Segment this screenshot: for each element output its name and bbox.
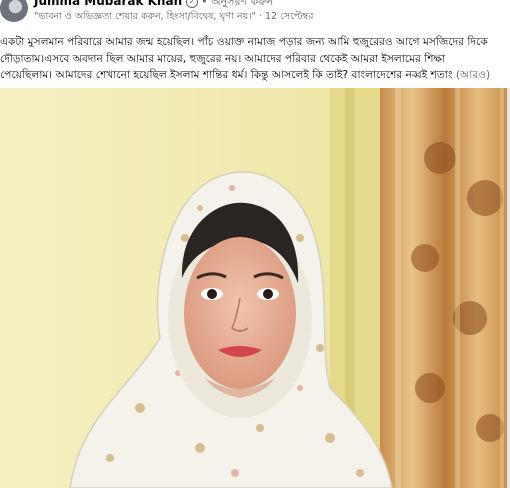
- post-body-line: একটা মুসলমান পরিবারে আমার জন্ম হয়েছিল। …: [0, 36, 488, 48]
- post-body-line: পেয়েছিলাম। আমাদের শেখানো হয়েছিল ইসলাম …: [0, 67, 510, 84]
- follow-button[interactable]: • অনুসরণ করুন: [201, 0, 273, 8]
- avatar[interactable]: [0, 0, 28, 22]
- post-body: একটা মুসলমান পরিবারে আমার জন্ম হয়েছিল। …: [0, 34, 510, 84]
- author-name[interactable]: Jumma Mubarak Khan: [34, 0, 182, 8]
- post-meta: "ভাবনা ও অভিজ্ঞতা শেয়ার করুন, হিংসা/বিদ…: [34, 10, 314, 25]
- post-photo[interactable]: [0, 88, 510, 488]
- verified-icon: ✓: [186, 0, 199, 8]
- post-date[interactable]: · 12 সেপ্টেম্বর: [259, 11, 314, 22]
- post-quote: "ভাবনা ও অভিজ্ঞতা শেয়ার করুন, হিংসা/বিদ…: [34, 11, 256, 22]
- portrait-image: [0, 88, 510, 488]
- post-body-line: দৌড়াতাম।এসবে অবদান ছিল আমার মায়ের, হুজ…: [0, 52, 446, 65]
- see-more-link[interactable]: (আরও): [456, 69, 490, 81]
- post-body-line-text: পেয়েছিলাম। আমাদের শেখানো হয়েছিল ইসলাম …: [0, 69, 453, 81]
- post-header: Jumma Mubarak Khan ✓ • অনুসরণ করুন "ভাবনা …: [0, 0, 510, 28]
